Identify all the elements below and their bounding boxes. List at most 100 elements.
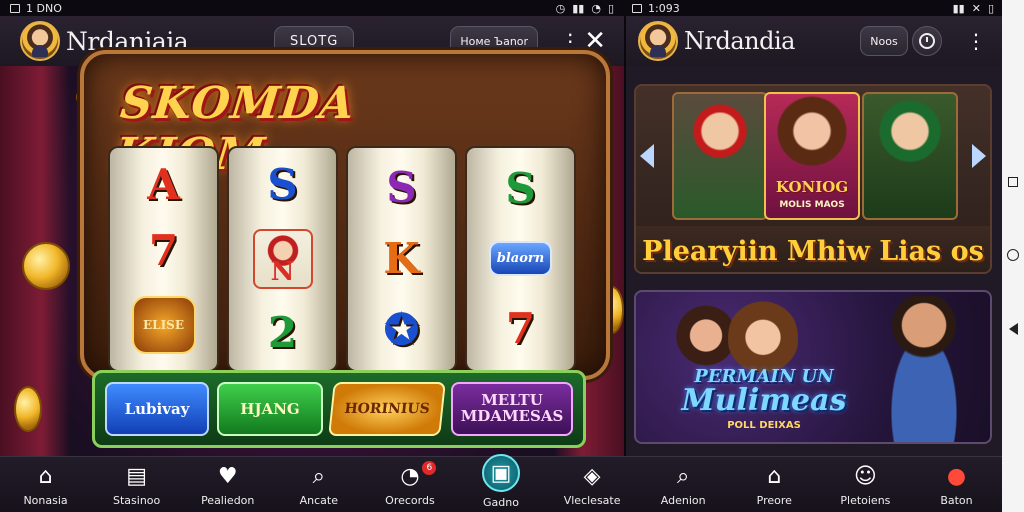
battery-icon: ▯ — [987, 1, 994, 15]
right-status-bar: 1:093 ▮▮ ✕ ▯ — [624, 0, 1002, 16]
right-status-time: 1:093 — [648, 1, 680, 15]
wallet-icon: ▣ — [482, 454, 521, 492]
app-root: 1 DNO ◷ ▮▮ ◔ ▯ 1:093 ▮▮ ✕ ▯ Nrdaniaia SL… — [0, 0, 1024, 512]
player-portrait — [676, 304, 736, 374]
reel-symbol: S — [505, 163, 536, 213]
reel-symbol: 7 — [148, 226, 179, 275]
hot-games-button[interactable]: HORINIUS — [328, 382, 446, 436]
nav-label: Adenion — [660, 494, 706, 507]
bottom-navigation: ⌂ Nonasia ▤ Stasinoo ♥ Pealiedon ⌕ Ancat… — [0, 454, 1002, 512]
notification-badge: 6 — [422, 461, 437, 475]
diamond-symbol-icon: ✪ — [383, 305, 420, 355]
nav-item-home[interactable]: ⌂ Nonasia — [0, 457, 91, 512]
history-button[interactable] — [912, 26, 942, 56]
carousel-prev-icon[interactable] — [640, 144, 654, 168]
user-icon: ● — [946, 463, 967, 489]
mascot-avatar-icon — [638, 21, 678, 61]
nav-item-profile[interactable]: ☺ Pletoiens — [820, 457, 911, 512]
signal-icon: ▮▮ — [572, 1, 585, 15]
reel-2: S N 2 — [227, 146, 338, 372]
sunglasses-coin-icon — [22, 242, 70, 290]
gold-coin-icon — [14, 386, 42, 432]
tag-icon: ⌂ — [767, 463, 782, 489]
brand-logo[interactable]: Nrdandia — [638, 21, 795, 61]
more-vertical-icon[interactable]: ⋮ — [966, 31, 986, 51]
nav-item-search[interactable]: ⌕ Ancate — [273, 457, 364, 512]
nav-item-wallet[interactable]: ▣ Gadno — [455, 454, 546, 512]
slot-reels[interactable]: A 7 ELISE S N 2 S K ✪ S blaorn 7 — [108, 146, 576, 372]
player-portrait — [874, 296, 974, 442]
left-status-time: 1 DNO — [26, 1, 62, 15]
nav-label: Pealiedon — [201, 494, 255, 507]
nav-label: Ancate — [299, 494, 339, 507]
nav-label: Pletoiens — [840, 494, 891, 507]
status-icons: ◷ ▮▮ ◔ ▯ — [556, 2, 614, 15]
nav-label: Vleclesate — [563, 494, 621, 507]
nav-item-favorites[interactable]: ♥ Pealiedon — [182, 457, 273, 512]
nav-item-explore[interactable]: ⌕ Adenion — [638, 457, 729, 512]
game-button-row: Lubivay HJANG HORINIUS MELTU MDAMESAS — [92, 370, 586, 448]
search-icon: ⌕ — [677, 463, 690, 489]
featured-card-subtitle: MOLIS MAOS — [779, 200, 845, 210]
signal-icon: ▮▮ — [952, 1, 965, 15]
reel-symbol: K — [383, 233, 420, 283]
reel-symbol: S — [386, 162, 417, 212]
right-app-header: Nrdandia Noos ⋮ — [624, 16, 1002, 66]
promo-title: PERMAIN UN Mulimeas — [654, 368, 874, 416]
nav-item-gifts[interactable]: ◈ Vleclesate — [547, 457, 638, 512]
wifi-icon: ◔ — [591, 1, 601, 15]
blue-symbol: blaorn — [488, 241, 553, 277]
lobby-button[interactable]: Lubivay — [105, 382, 209, 436]
split-divider[interactable] — [624, 16, 626, 456]
multi-games-button[interactable]: MELTU MDAMESAS — [451, 382, 573, 436]
reel-4: S blaorn 7 — [465, 146, 576, 372]
left-status-bar: 1 DNO ◷ ▮▮ ◔ ▯ — [0, 0, 624, 16]
nav-label: Baton — [940, 494, 973, 507]
battery-icon: ▯ — [607, 1, 614, 15]
nav-label: Nonasia — [23, 494, 68, 507]
carousel-next-icon[interactable] — [972, 144, 986, 168]
news-button[interactable]: Noos — [860, 26, 908, 56]
promo-banner[interactable]: PERMAIN UN Mulimeas POLL DEIXAS — [634, 290, 992, 444]
character-symbol-icon: N — [252, 228, 313, 289]
nav-item-records[interactable]: ◔ 6 Orecords — [364, 457, 455, 512]
game-card[interactable] — [862, 92, 958, 220]
nav-label: Gadno — [483, 496, 519, 509]
home-icon: ⌂ — [38, 463, 53, 489]
reel-symbol: A — [147, 160, 180, 209]
promo-subtitle: POLL DEIXAS — [727, 420, 801, 431]
game-card[interactable] — [672, 92, 768, 220]
reel-symbol: S — [267, 159, 298, 209]
featured-card-title: KONIOG — [775, 178, 849, 196]
reel-1: A 7 ELISE — [108, 146, 219, 372]
search-icon: ⌕ — [312, 463, 325, 489]
bonus-symbol: ELISE — [131, 296, 196, 354]
recents-icon[interactable] — [1008, 177, 1018, 187]
reel-symbol: 2 — [267, 308, 298, 358]
hang-button[interactable]: HJANG — [217, 382, 323, 436]
home-system-icon[interactable] — [1007, 249, 1019, 261]
brand-name: Nrdandia — [684, 27, 795, 55]
nav-label: Orecords — [385, 494, 435, 507]
right-panel: KONIOG MOLIS MAOS Plearyiin Mhiw Lias os… — [624, 66, 1002, 456]
nav-item-promo[interactable]: ⌂ Preore — [729, 457, 820, 512]
featured-banner[interactable]: Plearyiin Mhiw Lias os — [636, 226, 990, 272]
clock-icon — [919, 33, 935, 49]
mascot-avatar-icon — [20, 21, 60, 61]
close-signal-icon: ✕ — [971, 1, 981, 15]
nav-label: Stasinoo — [113, 494, 161, 507]
calendar-icon: ▤ — [126, 463, 148, 489]
back-icon[interactable] — [1008, 323, 1018, 335]
gift-icon: ◈ — [583, 463, 601, 489]
featured-carousel[interactable]: KONIOG MOLIS MAOS Plearyiin Mhiw Lias os — [634, 84, 992, 274]
notification-icon — [10, 3, 20, 13]
heart-v-icon: ♥ — [217, 463, 238, 489]
nav-item-account[interactable]: ● Baton — [911, 457, 1002, 512]
notification-icon — [632, 3, 642, 13]
nav-label: Preore — [756, 494, 792, 507]
nav-item-schedule[interactable]: ▤ Stasinoo — [91, 457, 182, 512]
reel-3: S K ✪ — [346, 146, 457, 372]
more-vertical-icon[interactable]: ⋮ — [560, 31, 580, 51]
status-icons: ▮▮ ✕ ▯ — [953, 2, 994, 15]
multi-line2: MDAMESAS — [460, 407, 564, 425]
